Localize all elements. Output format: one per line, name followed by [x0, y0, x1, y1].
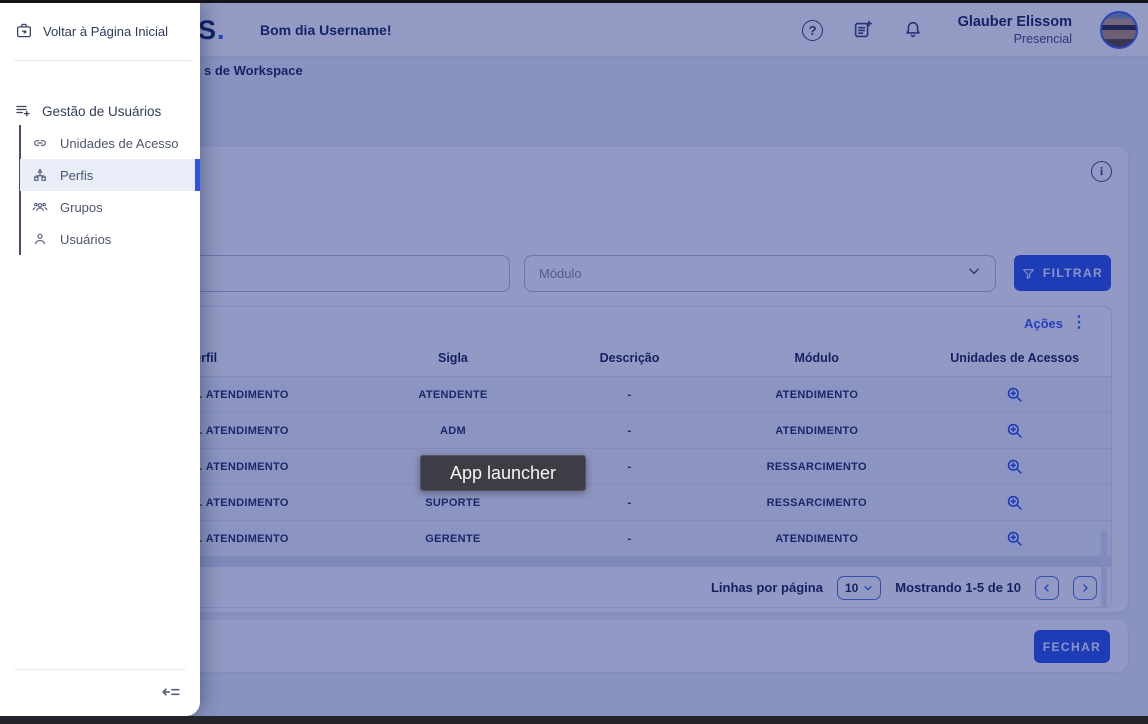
user-icon	[32, 231, 48, 247]
app-launcher-tooltip: App launcher	[420, 455, 586, 491]
sidebar-item-label: Unidades de Acesso	[60, 136, 179, 151]
sidebar-item-grupos[interactable]: Grupos	[0, 191, 200, 223]
sidebar-item-usuarios[interactable]: Usuários	[0, 223, 200, 255]
window-top-edge	[0, 0, 1148, 3]
sidebar-item-label: Grupos	[60, 200, 103, 215]
drawer-divider	[14, 669, 186, 670]
navigation-drawer: Voltar à Página Inicial Gestão de Usuári…	[0, 3, 200, 716]
users-group-icon	[32, 199, 48, 215]
back-to-home-item[interactable]: Voltar à Página Inicial	[15, 22, 168, 40]
back-to-home-label: Voltar à Página Inicial	[43, 24, 168, 39]
briefcase-return-icon	[15, 22, 33, 40]
selected-indicator	[195, 159, 200, 191]
sidebar-item-unidades-de-acesso[interactable]: Unidades de Acesso	[0, 127, 200, 159]
link-icon	[32, 135, 48, 151]
sidebar-item-label: Perfis	[60, 168, 93, 183]
drawer-subitems: Unidades de Acesso Perfis Grupos Usuário…	[0, 127, 200, 255]
sidebar-item-perfis[interactable]: Perfis	[20, 159, 200, 191]
screen: S. Bom dia Username! ? Glauber Elissom P…	[0, 0, 1148, 724]
section-label: Gestão de Usuários	[42, 104, 161, 119]
sidebar-item-label: Usuários	[60, 232, 111, 247]
sidebar-item-gestao-de-usuarios[interactable]: Gestão de Usuários	[14, 102, 161, 120]
list-add-icon	[14, 102, 32, 120]
collapse-sidebar-icon[interactable]	[160, 681, 182, 703]
hierarchy-icon	[32, 167, 48, 183]
window-bottom-edge	[0, 716, 1148, 724]
drawer-divider	[14, 60, 192, 61]
